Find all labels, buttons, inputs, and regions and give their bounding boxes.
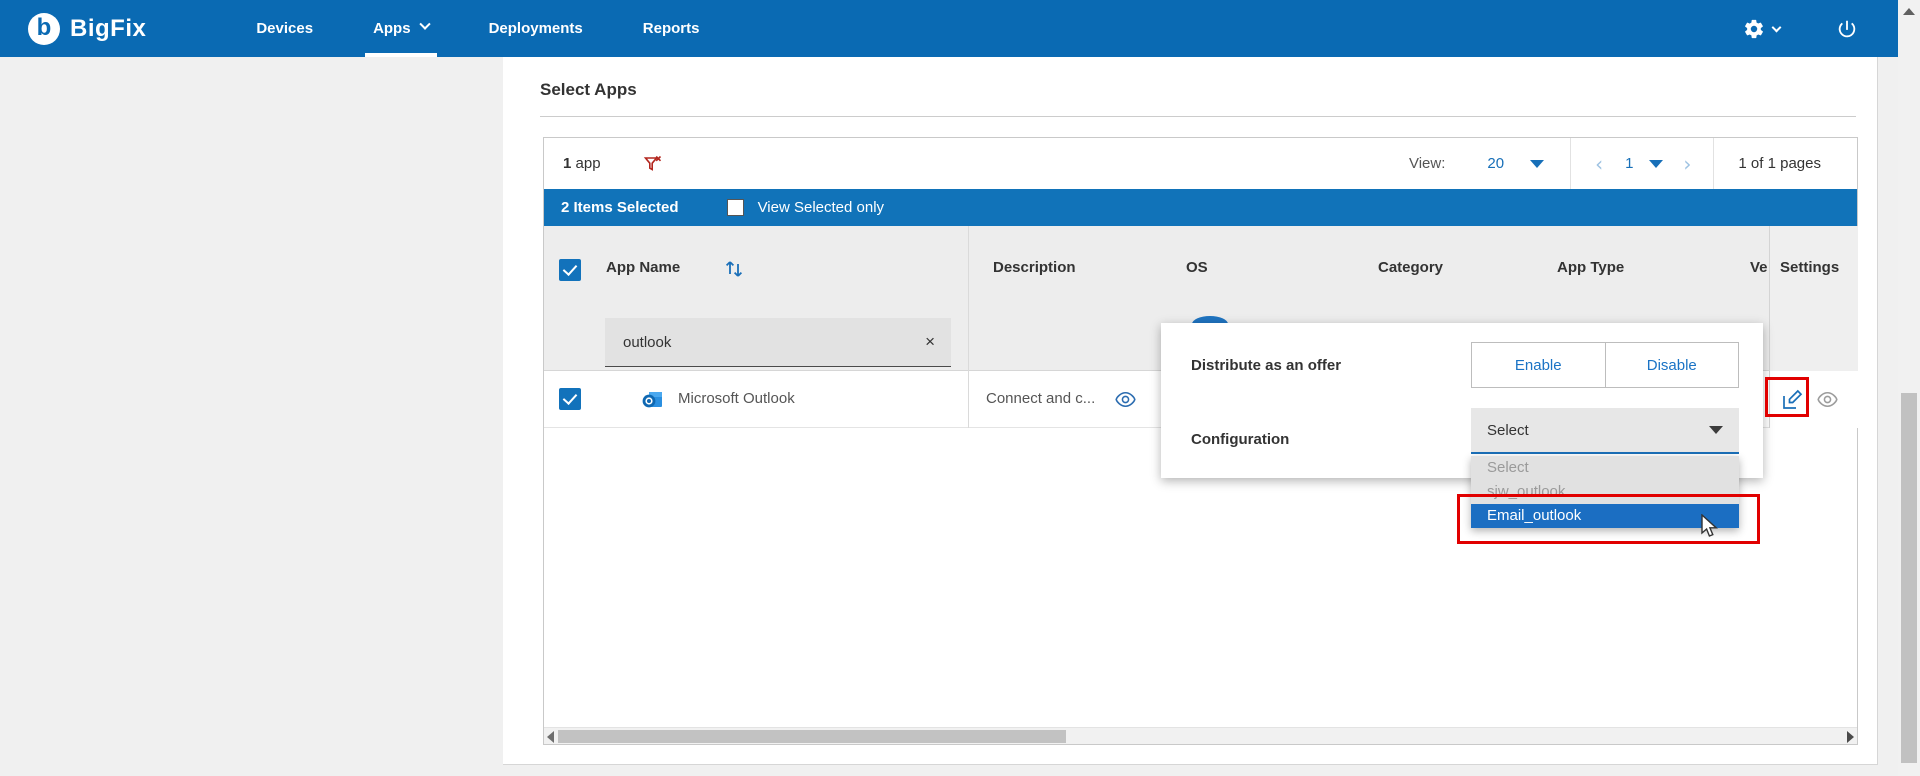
selection-bar: 2 Items Selected View Selected only xyxy=(544,189,1857,226)
sort-button[interactable] xyxy=(722,256,748,287)
distribute-offer-label: Distribute as an offer xyxy=(1191,357,1341,374)
scroll-right-arrow-icon[interactable] xyxy=(1847,731,1854,743)
eye-icon xyxy=(1816,388,1839,411)
clear-filter-button[interactable] xyxy=(643,154,663,174)
horizontal-scrollbar[interactable] xyxy=(544,727,1857,744)
prev-page-button[interactable]: ‹ xyxy=(1571,152,1603,176)
nav-item-deployments[interactable]: Deployments xyxy=(459,0,613,57)
top-navbar: b BigFix Devices Apps Deployments Report… xyxy=(0,0,1898,57)
nav-label: Apps xyxy=(373,20,411,37)
pages-label: 1 of 1 pages xyxy=(1738,155,1821,172)
disable-button[interactable]: Disable xyxy=(1606,343,1739,387)
page-size-value[interactable]: 20 xyxy=(1487,155,1504,172)
navbar-actions xyxy=(1743,18,1858,40)
eye-icon xyxy=(1114,388,1137,411)
option-select[interactable]: Select xyxy=(1471,456,1739,480)
nav-item-apps[interactable]: Apps xyxy=(343,0,459,57)
horizontal-scrollbar-thumb[interactable] xyxy=(558,730,1066,743)
settings-cell xyxy=(1769,371,1858,428)
sort-arrows-icon xyxy=(722,256,748,282)
app-name-cell: Microsoft Outlook xyxy=(678,390,795,407)
scroll-left-arrow-icon[interactable] xyxy=(547,731,554,743)
view-settings-button[interactable] xyxy=(1816,388,1839,411)
settings-column-header: Settings xyxy=(1769,226,1858,371)
column-header-description[interactable]: Description xyxy=(993,259,1076,276)
column-header-app-type[interactable]: App Type xyxy=(1557,259,1624,276)
chevron-down-icon xyxy=(1772,22,1782,32)
bigfix-logo[interactable]: b BigFix xyxy=(28,13,146,45)
title-divider xyxy=(540,116,1856,117)
result-count: 1 app xyxy=(563,155,601,172)
column-header-app-name[interactable]: App Name xyxy=(606,259,680,276)
scroll-up-arrow-icon[interactable] xyxy=(1903,8,1915,15)
items-selected-text: 2 Items Selected xyxy=(561,199,679,216)
edit-settings-button[interactable] xyxy=(1780,388,1804,412)
brand-name: BigFix xyxy=(70,15,146,43)
page-size-dropdown-icon[interactable] xyxy=(1530,160,1544,168)
option-email-outlook[interactable]: Email_outlook xyxy=(1471,504,1739,528)
page-number-value[interactable]: 1 xyxy=(1625,155,1633,172)
gear-icon xyxy=(1743,18,1765,40)
nav-item-reports[interactable]: Reports xyxy=(613,0,730,57)
configuration-select-value: Select xyxy=(1487,422,1529,439)
app-name-filter: × xyxy=(605,318,951,367)
configuration-dropdown-list: Select sjw_outlook Email_outlook xyxy=(1471,456,1739,528)
nav-label: Reports xyxy=(643,20,700,37)
settings-gear-button[interactable] xyxy=(1743,18,1780,40)
logout-power-button[interactable] xyxy=(1836,18,1858,40)
configuration-label: Configuration xyxy=(1191,431,1289,448)
app-settings-popup: Distribute as an offer Enable Disable Co… xyxy=(1161,323,1763,478)
clear-search-icon[interactable]: × xyxy=(925,332,935,352)
row-checkbox[interactable] xyxy=(559,388,581,410)
view-selected-only-checkbox[interactable] xyxy=(727,199,744,216)
view-selected-only-label: View Selected only xyxy=(758,199,884,216)
logo-letter: b xyxy=(37,16,52,40)
offer-toggle-group: Enable Disable xyxy=(1471,342,1739,388)
option-sjw-outlook[interactable]: sjw_outlook xyxy=(1471,480,1739,504)
nav-label: Deployments xyxy=(489,20,583,37)
power-icon xyxy=(1836,18,1858,40)
mouse-cursor-icon xyxy=(1700,514,1722,545)
table-toolbar: 1 app View: 20 ‹ 1 › 1 of 1 pages xyxy=(544,138,1857,189)
outlook-app-icon xyxy=(642,389,663,415)
column-header-os[interactable]: OS xyxy=(1186,259,1208,276)
nav-label: Devices xyxy=(256,20,313,37)
next-page-button[interactable]: › xyxy=(1663,152,1691,176)
enable-button[interactable]: Enable xyxy=(1472,343,1606,387)
chevron-down-icon xyxy=(419,18,430,29)
page-title: Select Apps xyxy=(540,80,637,100)
select-dropdown-icon xyxy=(1709,426,1723,434)
bigfix-logo-icon: b xyxy=(28,13,60,45)
select-all-checkbox[interactable] xyxy=(559,259,581,281)
view-label: View: xyxy=(1409,155,1445,172)
configuration-select[interactable]: Select xyxy=(1471,408,1739,454)
pagination: View: 20 ‹ 1 › 1 of 1 pages xyxy=(1409,138,1857,189)
column-header-version-truncated[interactable]: Ve xyxy=(1750,259,1768,276)
column-divider xyxy=(968,226,969,428)
page-number-dropdown-icon[interactable] xyxy=(1649,160,1663,168)
vertical-scrollbar[interactable] xyxy=(1898,0,1920,776)
view-description-button[interactable] xyxy=(1114,388,1137,416)
main-nav: Devices Apps Deployments Reports xyxy=(226,0,729,57)
edit-icon xyxy=(1780,388,1804,412)
app-name-filter-input[interactable] xyxy=(605,334,895,351)
column-header-category[interactable]: Category xyxy=(1378,259,1443,276)
filter-clear-icon xyxy=(643,154,663,174)
nav-item-devices[interactable]: Devices xyxy=(226,0,343,57)
vertical-scrollbar-thumb[interactable] xyxy=(1901,393,1917,763)
column-header-settings: Settings xyxy=(1780,259,1839,276)
divider xyxy=(1713,138,1714,189)
description-cell: Connect and c... xyxy=(986,390,1095,407)
result-count-label: app xyxy=(576,155,601,172)
result-count-number: 1 xyxy=(563,155,571,172)
